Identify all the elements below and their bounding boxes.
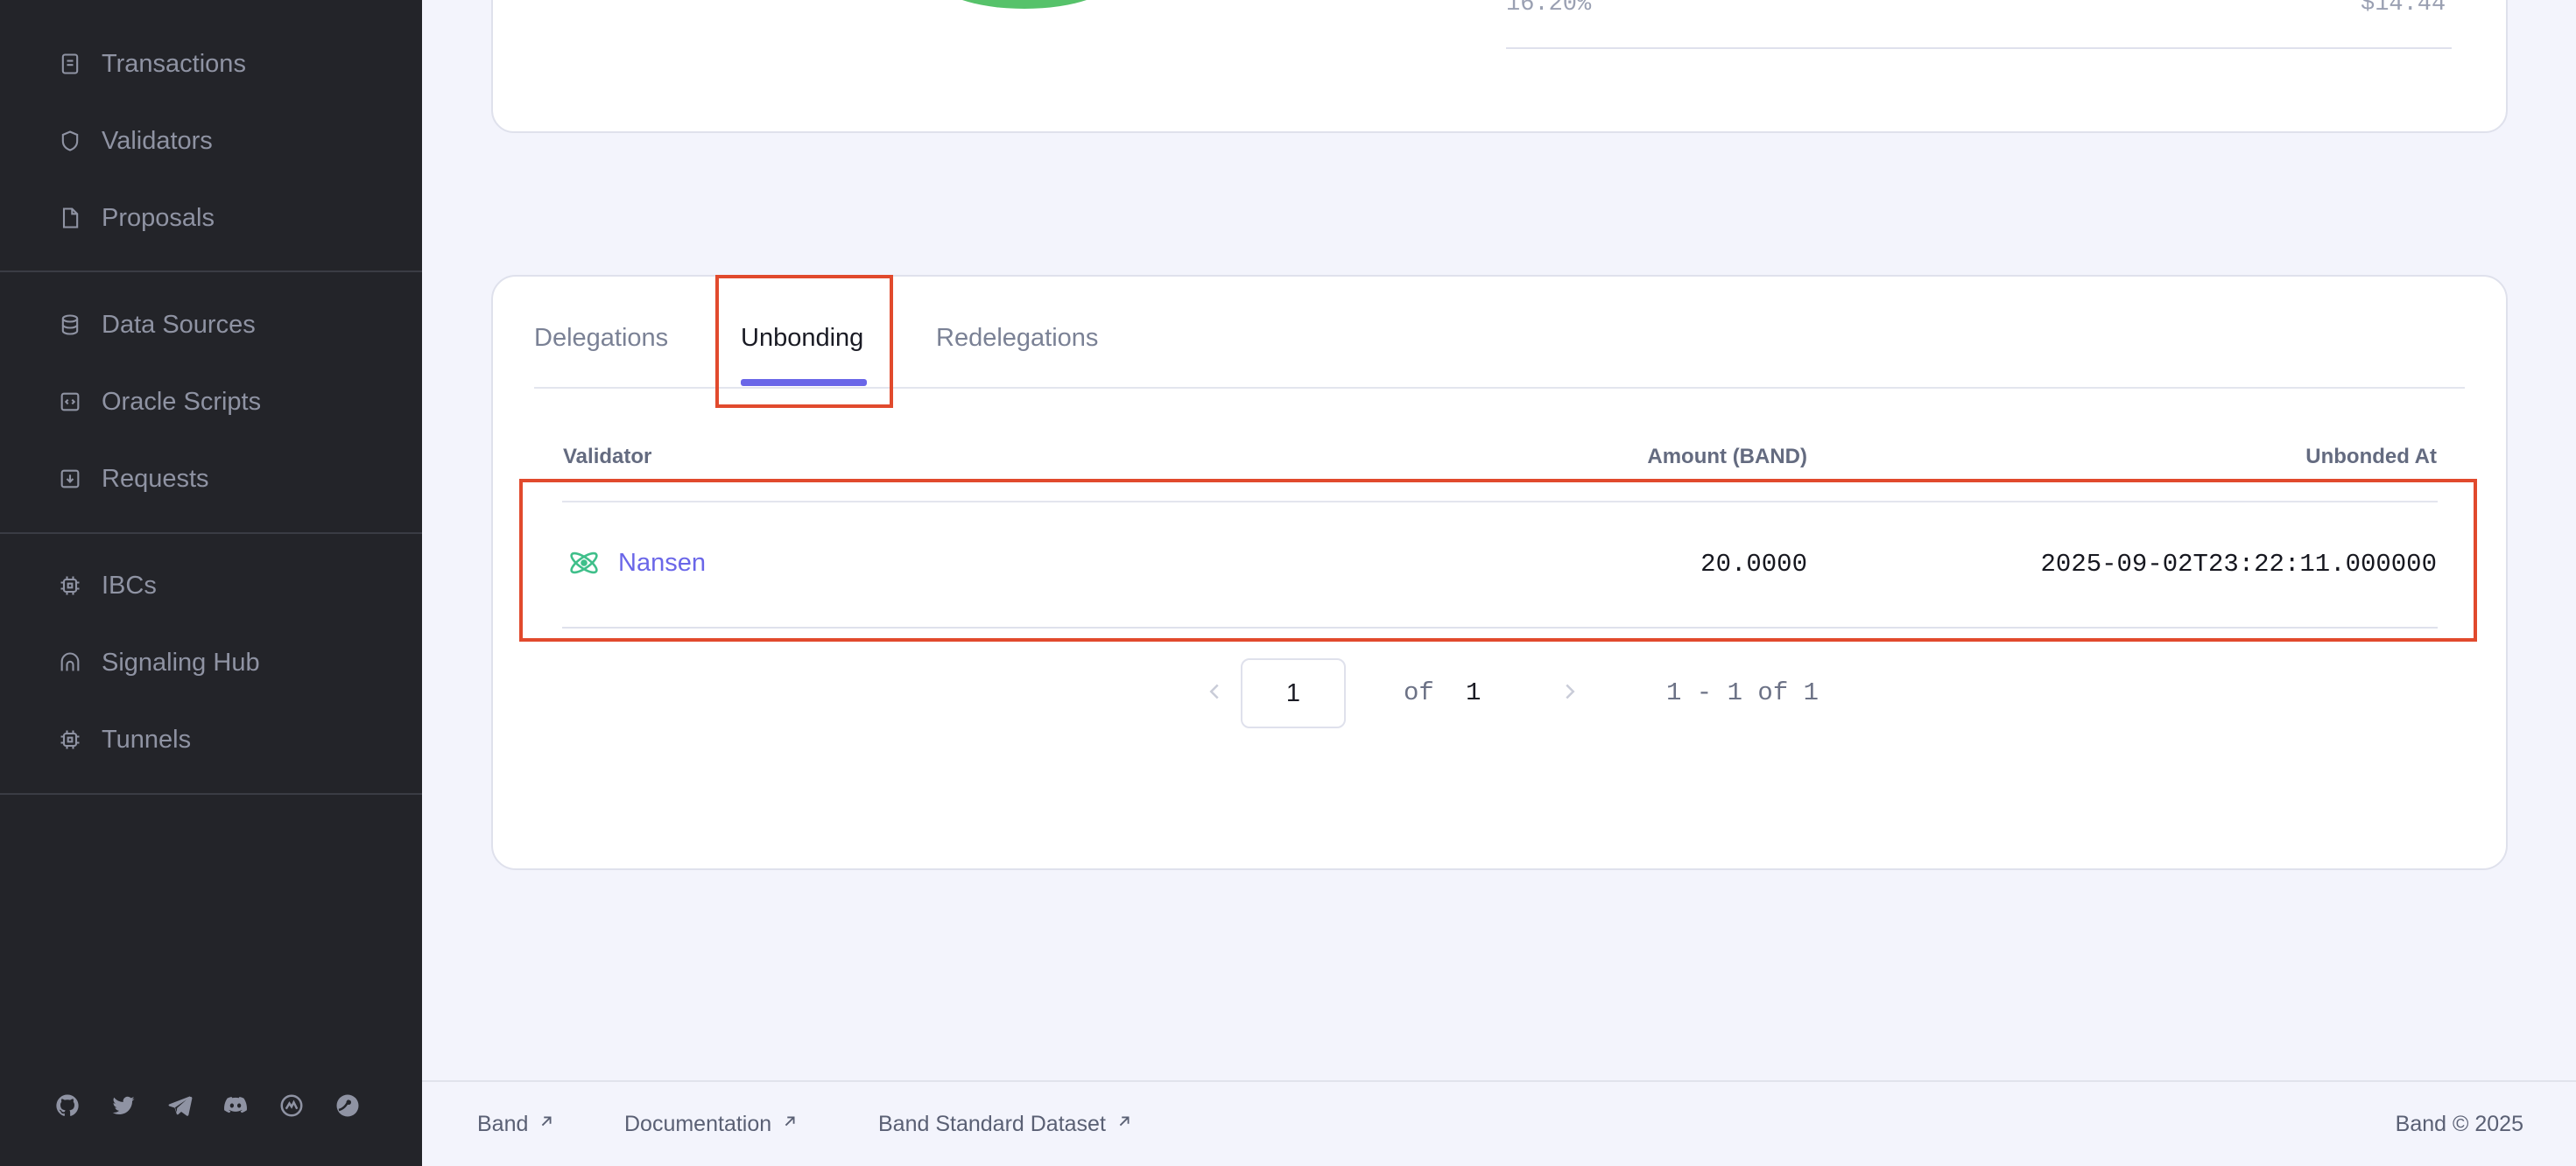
sidebar: Transactions Validators Proposals Data S… [0, 0, 422, 1166]
sidebar-item-label: Transactions [102, 49, 246, 78]
download-box-icon [58, 467, 82, 491]
sidebar-item-data-sources[interactable]: Data Sources [58, 299, 256, 351]
code-file-icon [58, 390, 82, 414]
page-number-input[interactable] [1241, 658, 1346, 728]
pagination-total-pages: 1 [1466, 678, 1482, 707]
sidebar-item-tunnels[interactable]: Tunnels [58, 713, 191, 766]
sidebar-divider [0, 793, 422, 795]
shield-icon [58, 129, 82, 153]
chip-icon [58, 573, 82, 598]
coingecko-icon[interactable] [334, 1092, 361, 1119]
summary-divider [1506, 47, 2452, 49]
sidebar-item-label: Requests [102, 464, 209, 493]
column-header-unbonded-at: Unbonded At [2305, 445, 2437, 468]
sidebar-item-signaling-hub[interactable]: Signaling Hub [58, 636, 260, 689]
sidebar-item-oracle-scripts[interactable]: Oracle Scripts [58, 376, 261, 428]
sidebar-divider [0, 270, 422, 272]
sidebar-item-ibcs[interactable]: IBCs [58, 559, 157, 612]
sidebar-item-transactions[interactable]: Transactions [58, 38, 246, 90]
sidebar-divider [0, 532, 422, 534]
coinmarketcap-icon[interactable] [278, 1092, 305, 1119]
file-icon [58, 206, 82, 230]
arrow-up-right-icon [1115, 1112, 1134, 1137]
footer-link-band[interactable]: Band [477, 1112, 556, 1137]
summary-amount: $14.44 [2361, 0, 2446, 18]
social-links [54, 1092, 361, 1119]
sidebar-item-label: IBCs [102, 571, 157, 600]
sidebar-item-label: Signaling Hub [102, 648, 260, 677]
database-icon [58, 313, 82, 337]
sidebar-item-label: Tunnels [102, 725, 192, 754]
twitter-icon[interactable] [110, 1092, 137, 1119]
sidebar-item-label: Validators [102, 126, 213, 155]
arrow-up-right-icon [780, 1112, 799, 1137]
sidebar-item-label: Oracle Scripts [102, 387, 262, 416]
row-highlight-box [519, 479, 2477, 642]
github-icon[interactable] [54, 1092, 81, 1119]
footer-copyright: Band © 2025 [2395, 1112, 2523, 1136]
pagination-range: 1 - 1 of 1 [1666, 678, 1819, 707]
telegram-icon[interactable] [166, 1092, 193, 1119]
chip-icon [58, 727, 82, 752]
tab-redelegations[interactable]: Redelegations [936, 324, 1098, 353]
chevron-left-icon[interactable] [1201, 678, 1228, 705]
discord-icon[interactable] [222, 1092, 249, 1119]
sidebar-item-validators[interactable]: Validators [58, 115, 213, 167]
sidebar-item-requests[interactable]: Requests [58, 453, 209, 505]
sidebar-item-proposals[interactable]: Proposals [58, 192, 215, 244]
footer-link-label: Documentation [624, 1112, 772, 1136]
summary-percentage: 16.20% [1506, 0, 1592, 18]
arch-icon [58, 650, 82, 675]
pagination-of-label: of [1404, 678, 1434, 707]
arrow-up-right-icon [537, 1112, 556, 1137]
delegation-summary-card [491, 0, 2508, 133]
footer-link-label: Band [477, 1112, 529, 1136]
receipt-icon [58, 52, 82, 76]
tab-delegations[interactable]: Delegations [534, 324, 668, 353]
footer-link-label: Band Standard Dataset [878, 1112, 1106, 1136]
footer-link-band-standard-dataset[interactable]: Band Standard Dataset [878, 1112, 1134, 1137]
sidebar-item-label: Data Sources [102, 310, 256, 339]
tab-highlight-box [715, 275, 893, 408]
column-header-validator: Validator [563, 445, 652, 468]
column-header-amount: Amount (BAND) [1647, 445, 1807, 468]
sidebar-item-label: Proposals [102, 203, 215, 232]
footer-link-documentation[interactable]: Documentation [624, 1112, 799, 1137]
chevron-right-icon[interactable] [1557, 678, 1583, 705]
